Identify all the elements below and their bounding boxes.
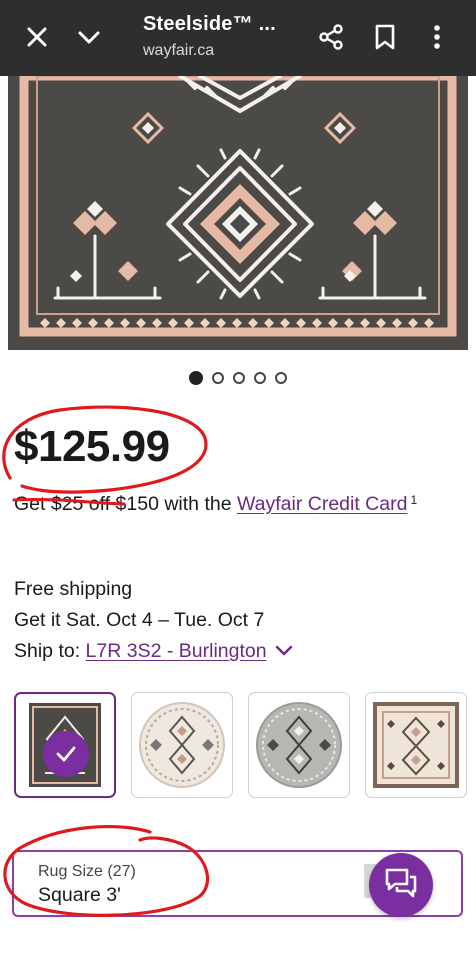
close-icon[interactable] [14, 14, 60, 60]
carousel-dot-4[interactable] [254, 372, 266, 384]
browser-top-bar: Steelside™ ... wayfair.ca [0, 0, 476, 76]
carousel-dot-5[interactable] [275, 372, 287, 384]
credit-card-promo: Get $25 off $150 with the Wayfair Credit… [14, 486, 454, 522]
carousel-dot-1[interactable] [189, 371, 203, 385]
carousel-dot-2[interactable] [212, 372, 224, 384]
chevron-down-icon[interactable] [275, 636, 293, 667]
rug-size-label: Rug Size (27) [38, 863, 136, 880]
carousel-indicator [189, 371, 287, 385]
credit-promo-text: Get $25 off $150 with the [14, 493, 237, 515]
page-url: wayfair.ca [143, 42, 215, 59]
credit-footnote: 1 [410, 493, 418, 507]
ship-to-label: Ship to: [14, 640, 86, 662]
chat-bubbles-icon [383, 867, 419, 904]
ship-to-row: Ship to: L7R 3S2 - Burlington [14, 636, 293, 667]
free-shipping-text: Free shipping [14, 578, 133, 600]
swatch-dark-rug[interactable] [14, 692, 116, 798]
color-swatch-list [14, 692, 467, 798]
chevron-down-icon[interactable] [66, 14, 112, 60]
share-icon[interactable] [308, 14, 354, 60]
carousel-dot-3[interactable] [233, 372, 245, 384]
page-title-block[interactable]: Steelside™ ... wayfair.ca [143, 13, 293, 60]
swatch-cream-round-rug[interactable] [131, 692, 233, 798]
swatch-beige-square-rug[interactable] [365, 692, 467, 798]
delivery-estimate: Get it Sat. Oct 4 – Tue. Oct 7 [14, 609, 265, 631]
rug-size-value: Square 3' [38, 884, 121, 906]
product-price: $125.99 [14, 422, 170, 471]
more-vert-icon[interactable] [414, 14, 460, 60]
wayfair-credit-card-link[interactable]: Wayfair Credit Card [237, 493, 407, 515]
selected-check-icon [43, 731, 89, 777]
chat-button[interactable] [369, 853, 433, 917]
shipping-info: Free shipping Get it Sat. Oct 4 – Tue. O… [14, 574, 293, 667]
ship-to-location-link[interactable]: L7R 3S2 - Burlington [86, 640, 267, 662]
bookmark-icon[interactable] [362, 14, 408, 60]
product-image[interactable] [0, 76, 476, 361]
swatch-grey-round-rug[interactable] [248, 692, 350, 798]
page-title: Steelside™ ... [143, 13, 276, 35]
